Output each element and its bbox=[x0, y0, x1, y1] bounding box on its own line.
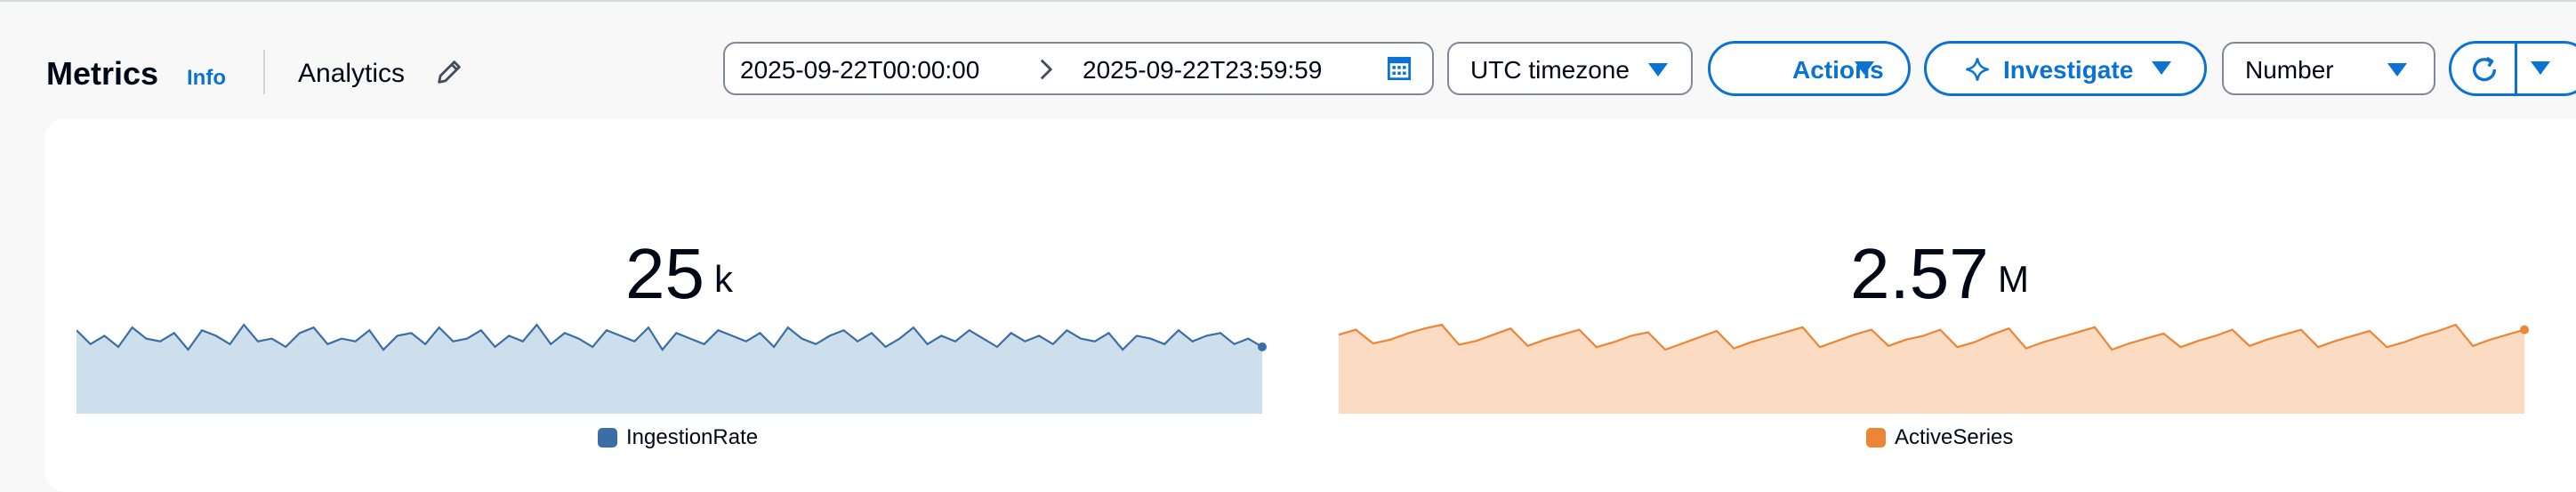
date-range-picker[interactable]: 2025-09-22T00:00:00 2025-09-22T23:59:59 bbox=[723, 42, 1434, 95]
caret-down-icon bbox=[1855, 61, 1874, 75]
investigate-label: Investigate bbox=[2003, 56, 2134, 84]
ingestion-rate-value: 25 bbox=[625, 234, 704, 313]
header-divider bbox=[263, 50, 265, 94]
sparkline-last-point bbox=[1258, 342, 1267, 351]
dashboard-name: Analytics bbox=[298, 59, 406, 88]
chevron-right-icon bbox=[1040, 59, 1053, 80]
view-type-select[interactable]: Number bbox=[2222, 42, 2435, 95]
legend-label-ingestion: IngestionRate bbox=[626, 425, 759, 449]
investigate-button[interactable]: Investigate bbox=[1924, 41, 2207, 96]
legend-swatch-active-series bbox=[1866, 428, 1886, 448]
date-start[interactable]: 2025-09-22T00:00:00 bbox=[740, 56, 979, 85]
refresh-options-caret-icon[interactable] bbox=[2531, 61, 2550, 75]
date-end[interactable]: 2025-09-22T23:59:59 bbox=[1083, 56, 1322, 85]
caret-down-icon bbox=[1648, 63, 1668, 77]
sparkline-last-point bbox=[2520, 325, 2529, 335]
calendar-icon[interactable] bbox=[1387, 56, 1412, 81]
ingestion-rate-unit: k bbox=[714, 258, 733, 300]
sparkle-icon bbox=[1966, 58, 1989, 81]
refresh-split-button[interactable] bbox=[2449, 41, 2576, 96]
refresh-icon[interactable] bbox=[2469, 54, 2500, 85]
actions-button[interactable]: Actions bbox=[1708, 41, 1911, 96]
caret-down-icon bbox=[2152, 61, 2171, 75]
split-divider bbox=[2515, 44, 2517, 93]
page-title: Metrics bbox=[46, 55, 159, 92]
active-series-sparkline bbox=[1339, 323, 2529, 414]
timezone-select[interactable]: UTC timezone bbox=[1447, 42, 1693, 95]
legend-swatch-ingestion bbox=[598, 428, 617, 448]
info-link[interactable]: Info bbox=[187, 66, 226, 91]
active-series-value: 2.57 bbox=[1850, 234, 1989, 313]
timezone-value: UTC timezone bbox=[1470, 56, 1630, 84]
legend-label-active-series: ActiveSeries bbox=[1895, 425, 2014, 449]
caret-down-icon bbox=[2387, 63, 2407, 77]
view-type-value: Number bbox=[2245, 56, 2334, 84]
metrics-panel bbox=[44, 118, 2576, 492]
top-border bbox=[0, 0, 2576, 2]
edit-icon[interactable] bbox=[434, 57, 464, 87]
active-series-unit: M bbox=[1998, 258, 2029, 300]
ingestion-rate-sparkline bbox=[76, 323, 1267, 414]
